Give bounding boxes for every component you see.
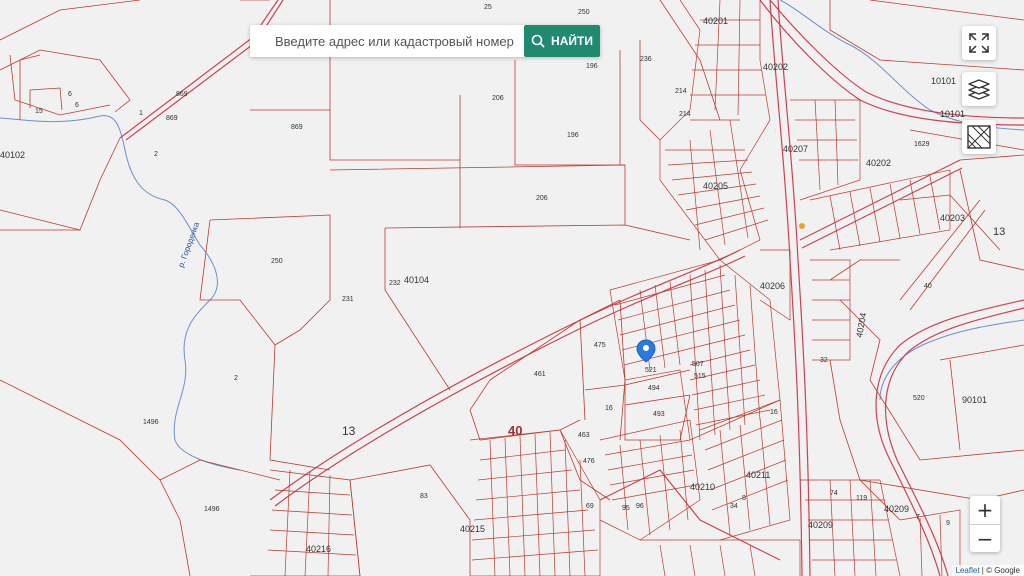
map-label: 507 (692, 361, 704, 368)
map-label: 463 (578, 432, 590, 439)
map-label: 7 (916, 514, 920, 521)
map-label: 196 (567, 132, 579, 139)
fullscreen-button[interactable] (962, 26, 996, 60)
map-label: 40201 (703, 16, 728, 26)
poi-marker-icon[interactable] (799, 223, 805, 229)
map-label: 40 (924, 283, 932, 290)
map-label: 32 (820, 357, 828, 364)
map-label: 15 (35, 108, 43, 115)
map-label: 40209 (884, 504, 909, 514)
map-label: 206 (492, 95, 504, 102)
map-label: 10101 (940, 109, 965, 119)
map-label: 6 (75, 102, 79, 109)
map-label: 515 (694, 373, 706, 380)
map-label: 90101 (962, 395, 987, 405)
map-label: 40104 (404, 275, 429, 285)
search-button-label: НАЙТИ (551, 34, 593, 48)
map-label: 69 (586, 503, 594, 510)
map-label: 34 (730, 503, 738, 510)
zoom-out-button[interactable]: − (970, 524, 1000, 553)
map-label: 40215 (460, 524, 485, 534)
map-label: 40 (508, 423, 522, 438)
map-label: 2 (234, 375, 238, 382)
map-label: 40206 (760, 281, 785, 291)
map-label: 236 (640, 56, 652, 63)
google-attribution: Google (994, 566, 1020, 575)
map-label: 119 (856, 495, 867, 502)
map-label: 40209 (808, 520, 833, 530)
map-label: 40203 (940, 213, 965, 223)
map-label: 475 (594, 342, 606, 349)
attribution-separator: | © (979, 566, 995, 575)
search-input[interactable] (250, 26, 545, 56)
map-label: 476 (583, 458, 595, 465)
map-label: 8 (742, 495, 746, 502)
map-label: 520 (913, 395, 925, 402)
zoom-control: + − (970, 496, 1000, 552)
fullscreen-icon (969, 33, 989, 53)
map-label: 494 (648, 385, 660, 392)
layers-button[interactable] (962, 72, 996, 106)
map-label: 869 (291, 124, 303, 131)
map-label: 40210 (690, 482, 715, 492)
map-label: 869 (176, 91, 188, 98)
map-label: 231 (342, 296, 354, 303)
map-label: 196 (586, 63, 598, 70)
cadastre-layer-icon (967, 125, 991, 149)
map-label: 40202 (763, 62, 788, 72)
map-label: 13 (993, 226, 1005, 238)
map-label: 40211 (746, 470, 770, 480)
zoom-in-button[interactable]: + (970, 496, 1000, 524)
map-attribution: Leaflet | © Google (951, 565, 1024, 576)
map-label: 83 (420, 493, 428, 500)
map-label: 1496 (204, 506, 220, 513)
map-label: 6 (68, 91, 72, 98)
leaflet-link[interactable]: Leaflet (956, 566, 980, 575)
map-label: 16 (605, 405, 613, 412)
map-label: 869 (166, 115, 178, 122)
map-label: 232 (389, 280, 401, 287)
map-label: 214 (679, 111, 691, 118)
map-label: 206 (536, 195, 548, 202)
map-label: 74 (830, 490, 838, 497)
map-label: 214 (675, 88, 687, 95)
map-label: 1 (139, 110, 143, 117)
search-bar: НАЙТИ (250, 25, 600, 57)
map-label: 40216 (306, 544, 331, 554)
map-label: 9 (946, 520, 950, 527)
map-label: 1496 (143, 419, 159, 426)
map-label: 16 (770, 409, 778, 416)
map-label: 25 (484, 4, 492, 11)
layers-icon (968, 79, 990, 100)
map-label: 493 (653, 411, 665, 418)
map-label: 13 (342, 424, 356, 438)
map-label: 461 (534, 371, 546, 378)
cadastral-map[interactable]: 25 236 40201 250 196 869 869 869 15 6 6 … (0, 0, 1024, 576)
map-label: 521 (645, 367, 657, 374)
map-label: 95 (622, 505, 630, 512)
map-label: 2 (154, 151, 158, 158)
map-label: 10101 (931, 76, 956, 86)
map-label: 40205 (703, 181, 728, 191)
search-icon (531, 34, 545, 48)
cadastre-layer-button[interactable] (962, 120, 996, 154)
map-label: 1629 (914, 141, 930, 148)
search-button[interactable]: НАЙТИ (524, 25, 600, 57)
map-label: 96 (636, 503, 644, 510)
map-label: 250 (271, 258, 283, 265)
map-label: 40207 (783, 144, 808, 154)
map-label: 250 (578, 9, 590, 16)
map-label: 40102 (0, 150, 25, 160)
map-label: 40202 (866, 158, 891, 168)
